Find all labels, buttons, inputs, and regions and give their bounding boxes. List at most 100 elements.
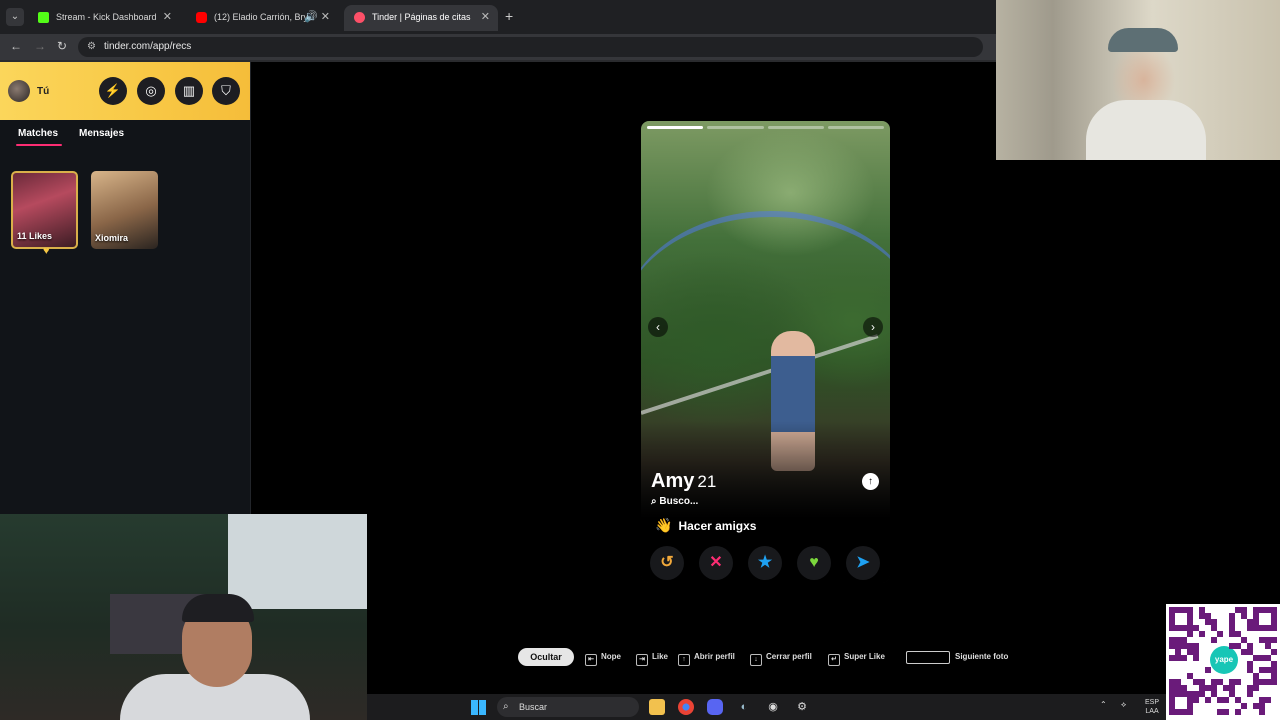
- active-tab-indicator: [16, 144, 62, 146]
- photo-progress-segment: [827, 126, 884, 129]
- qr-module: [1211, 637, 1217, 643]
- reload-icon[interactable]: ↻: [57, 39, 67, 53]
- lang-code: ESP: [1145, 699, 1160, 706]
- webcam-overlay-left: [0, 514, 367, 720]
- chrome-icon[interactable]: [678, 699, 694, 715]
- photo-rainbow: [641, 211, 890, 437]
- left-key-icon: ⇤: [585, 654, 597, 666]
- qr-module: [1247, 691, 1253, 697]
- next-photo-button[interactable]: ›: [863, 317, 883, 337]
- discord-icon[interactable]: [707, 699, 723, 715]
- url-field[interactable]: ⚙ tinder.com/app/recs: [78, 37, 983, 57]
- open-profile-button[interactable]: ↑: [862, 473, 879, 490]
- qr-module: [1181, 655, 1187, 661]
- shield-icon[interactable]: ⛉: [212, 77, 240, 105]
- intent-text: Hacer amigxs: [678, 519, 757, 533]
- taskbar: ⌕ Buscar ◐ ◉ ⚙ ⌃ ⟡ ESP LAA: [367, 694, 1166, 720]
- webcam-person-cap: [182, 594, 254, 622]
- down-key-icon: ↓: [750, 654, 762, 666]
- search-placeholder: Buscar: [519, 702, 548, 712]
- match-name: Xiomira: [95, 233, 129, 243]
- tab-search-button[interactable]: ⌄: [6, 8, 24, 26]
- close-icon[interactable]: ✕: [321, 10, 330, 23]
- taskbar-search[interactable]: ⌕ Buscar: [497, 697, 639, 717]
- qr-module: [1259, 709, 1265, 715]
- photo-progress-segment: [647, 126, 704, 129]
- site-info-icon[interactable]: ⚙: [87, 41, 96, 52]
- nope-button[interactable]: ✕: [699, 546, 733, 580]
- qr-module: [1271, 637, 1277, 643]
- network-icon[interactable]: ⟡: [1121, 700, 1126, 710]
- sidebar-header: Tú ⚡ ◎ ▥ ⛉: [0, 62, 250, 120]
- tray-chevron-icon[interactable]: ⌃: [1100, 700, 1107, 709]
- super-like-button[interactable]: ★: [748, 546, 782, 580]
- qr-module: [1199, 631, 1205, 637]
- age-text: 21: [697, 472, 717, 491]
- likes-count: 11 Likes: [17, 231, 53, 241]
- boost-button[interactable]: ➤: [846, 546, 880, 580]
- settings-gear-icon[interactable]: ⚙: [794, 699, 810, 715]
- lang-layout: LAA: [1145, 708, 1159, 715]
- hide-hints-button[interactable]: Ocultar: [518, 648, 574, 666]
- steam-icon[interactable]: ◐: [736, 699, 752, 715]
- search-icon: ⌕: [503, 701, 509, 712]
- match-card[interactable]: Xiomira: [91, 171, 158, 249]
- tab-matches[interactable]: Matches: [18, 128, 58, 139]
- tab-kick[interactable]: Stream - Kick Dashboard ✕: [28, 5, 180, 31]
- close-icon[interactable]: ✕: [481, 10, 490, 23]
- matches-sidebar: Tú ⚡ ◎ ▥ ⛉ Matches Mensajes 11 Likes ♥ X…: [0, 62, 251, 514]
- looking-for: ⌕ Busco...: [651, 496, 698, 507]
- address-bar: ← → ↻ ⚙ tinder.com/app/recs: [0, 34, 996, 60]
- qr-module: [1271, 649, 1277, 655]
- profile-label[interactable]: Tú: [37, 86, 49, 97]
- enter-key-icon: ↵: [828, 654, 840, 666]
- hint-nope: Nope: [601, 652, 621, 661]
- qr-module: [1193, 655, 1199, 661]
- close-icon[interactable]: ✕: [163, 10, 172, 23]
- right-key-icon: ⇥: [636, 654, 648, 666]
- qr-module: [1253, 685, 1259, 691]
- yape-logo: yape: [1210, 646, 1238, 674]
- tab-title: Stream - Kick Dashboard: [56, 12, 157, 22]
- rewind-button[interactable]: ↺: [650, 546, 684, 580]
- hint-super-like: Super Like: [844, 652, 885, 661]
- boost-icon[interactable]: ⚡: [99, 77, 127, 105]
- tab-youtube[interactable]: (12) Eladio Carrión, Brytiago 🔊 ✕: [186, 5, 338, 31]
- file-explorer-icon[interactable]: [649, 699, 665, 715]
- profile-card[interactable]: ‹ › Amy 21 ↑ ⌕ Busco... 👋 Hacer amigxs ↺ ✕ ★…: [641, 121, 890, 583]
- hint-close-profile: Cerrar perfil: [766, 652, 812, 661]
- qr-module: [1217, 631, 1223, 637]
- hint-open-profile: Abrir perfil: [694, 652, 735, 661]
- gold-heart-icon: ♥: [43, 245, 50, 257]
- qr-module: [1271, 625, 1277, 631]
- new-tab-button[interactable]: +: [505, 8, 513, 24]
- prev-photo-button[interactable]: ‹: [648, 317, 668, 337]
- avatar[interactable]: [8, 80, 30, 102]
- qr-module: [1205, 667, 1211, 673]
- explore-icon[interactable]: ◎: [137, 77, 165, 105]
- qr-module: [1271, 679, 1277, 685]
- sidebar-tabs: Matches Mensajes: [0, 128, 250, 148]
- like-button[interactable]: ♥: [797, 546, 831, 580]
- windows-start-icon[interactable]: [471, 700, 486, 715]
- webcam-room-window: [228, 514, 367, 609]
- wave-hand-icon: 👋: [655, 517, 673, 533]
- tab-messages[interactable]: Mensajes: [79, 128, 124, 139]
- up-key-icon: ↑: [678, 654, 690, 666]
- likes-card[interactable]: 11 Likes: [11, 171, 78, 249]
- qr-module: [1187, 631, 1193, 637]
- profile-name: Amy 21: [651, 470, 716, 493]
- language-indicator[interactable]: ESP LAA: [1145, 698, 1159, 716]
- photo-progress: [647, 126, 884, 129]
- briefcase-icon[interactable]: ▥: [175, 77, 203, 105]
- keyboard-hints: Ocultar ⇤ Nope ⇥ Like ↑ Abrir perfil ↓ Cerra…: [518, 648, 1028, 668]
- tab-title: (12) Eladio Carrión, Brytiago: [214, 12, 314, 22]
- qr-module: [1265, 697, 1271, 703]
- back-icon[interactable]: ←: [10, 39, 22, 53]
- hint-next-photo: Siguiente foto: [955, 652, 1009, 661]
- speaker-icon[interactable]: 🔊: [304, 10, 318, 23]
- webcam-overlay-right: [996, 0, 1280, 160]
- forward-icon[interactable]: →: [34, 39, 46, 53]
- tab-tinder[interactable]: Tinder | Páginas de citas ✕: [344, 5, 498, 31]
- obs-icon[interactable]: ◉: [765, 699, 781, 715]
